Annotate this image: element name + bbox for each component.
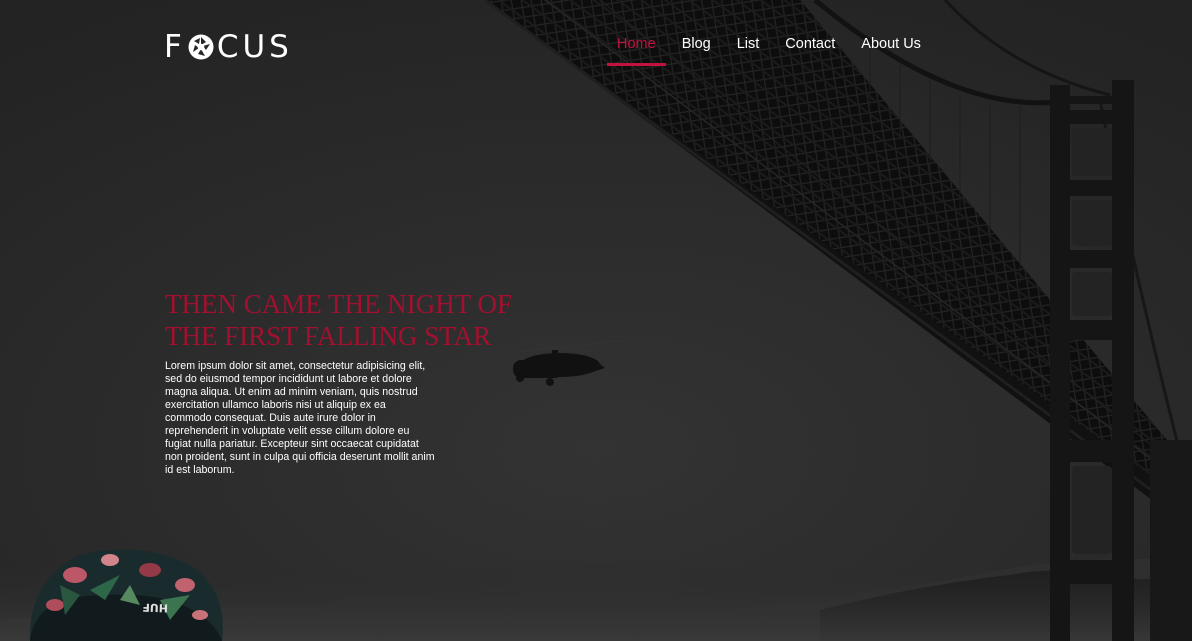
logo-text-end: CUS (216, 29, 293, 65)
nav-blog-link[interactable]: Blog (672, 34, 721, 66)
logo-text-start: F (164, 29, 186, 65)
brand-logo[interactable]: F CUS (164, 29, 293, 65)
hero-body-text: Lorem ipsum dolor sit amet, consectetur … (165, 360, 435, 476)
hero-headline: THEN CAME THE NIGHT OF THE FIRST FALLING… (165, 289, 512, 351)
nav-list-link[interactable]: List (727, 34, 770, 66)
cap-brand-text: HUF (142, 601, 168, 615)
nav-home-link[interactable]: Home (607, 34, 666, 66)
nav-contact-link[interactable]: Contact (775, 34, 845, 66)
camera-aperture-icon (188, 34, 214, 60)
main-nav: Home Blog List Contact About Us (607, 34, 937, 66)
nav-about-link[interactable]: About Us (851, 34, 931, 66)
